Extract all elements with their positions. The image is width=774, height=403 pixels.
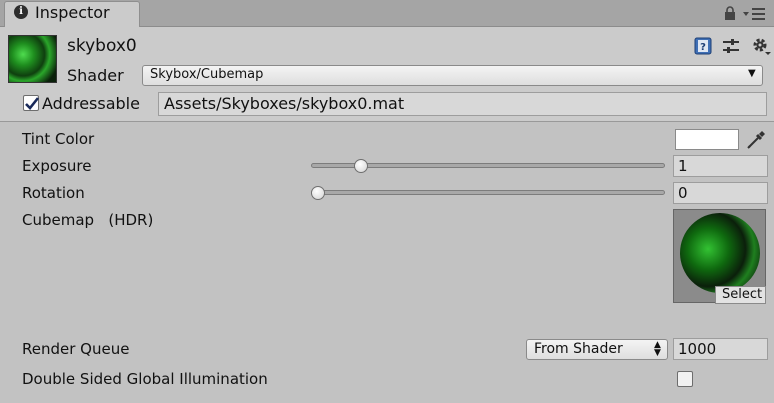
cubemap-select-label: Select [722, 287, 763, 302]
exposure-label: Exposure [22, 157, 92, 175]
rotation-slider-track[interactable] [311, 190, 665, 195]
checkmark-icon [25, 97, 40, 110]
shader-label: Shader [67, 66, 124, 85]
help-icon[interactable]: ? [694, 37, 712, 55]
tint-color-swatch[interactable] [675, 129, 739, 150]
rotation-value: 0 [678, 184, 688, 202]
shader-dropdown-value: Skybox/Cubemap [150, 67, 264, 82]
up-down-chevron-icon: ▲ ▼ [654, 340, 661, 358]
addressable-checkbox[interactable] [23, 95, 40, 111]
render-queue-label: Render Queue [22, 340, 130, 358]
rotation-label: Rotation [22, 184, 85, 202]
cubemap-label: Cubemap (HDR) [22, 211, 154, 229]
cubemap-preview [680, 213, 760, 293]
rotation-slider-handle[interactable] [311, 186, 325, 200]
menu-icon[interactable] [742, 5, 766, 21]
dsgi-checkbox[interactable] [677, 371, 693, 387]
render-queue-mode: From Shader [534, 341, 623, 357]
exposure-value: 1 [678, 157, 688, 175]
material-name: skybox0 [67, 36, 137, 56]
gear-icon[interactable] [751, 36, 771, 56]
material-preview-thumbnail [8, 35, 57, 83]
svg-text:?: ? [700, 42, 706, 53]
render-queue-value: 1000 [678, 340, 717, 358]
preset-icon[interactable] [722, 38, 740, 55]
chevron-down-icon: ▼ [748, 68, 756, 79]
tint-color-label: Tint Color [22, 130, 95, 148]
info-icon: i [14, 5, 28, 19]
dsgi-label: Double Sided Global Illumination [22, 370, 268, 388]
addressable-label: Addressable [42, 94, 140, 113]
tab-title: Inspector [35, 3, 110, 22]
eyedropper-icon[interactable] [746, 129, 766, 150]
addressable-path-value: Assets/Skyboxes/skybox0.mat [164, 94, 405, 113]
lock-icon[interactable] [724, 6, 736, 20]
exposure-slider-handle[interactable] [353, 159, 368, 173]
